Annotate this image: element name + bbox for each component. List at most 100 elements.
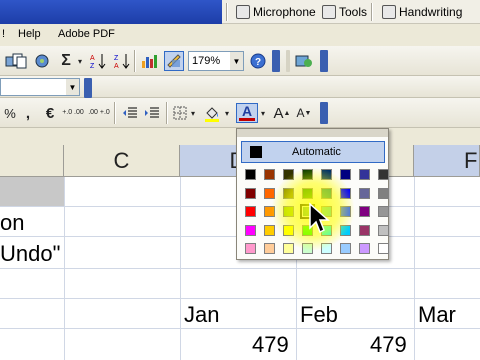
cell-feb[interactable]: Feb — [300, 302, 338, 328]
color-swatch[interactable] — [264, 206, 275, 217]
cell-value[interactable]: 479 — [252, 332, 289, 358]
color-swatch[interactable] — [264, 169, 275, 180]
toolbar-options-handle[interactable] — [320, 102, 328, 124]
increase-decimal-button[interactable]: +.0 .00 — [62, 103, 84, 123]
color-swatch[interactable] — [302, 187, 313, 199]
fill-color-icon[interactable] — [202, 103, 222, 123]
color-swatch[interactable] — [264, 243, 275, 254]
color-swatch[interactable] — [340, 187, 351, 199]
cell-jan[interactable]: Jan — [184, 302, 219, 328]
handwriting-label: Handwriting — [399, 5, 463, 19]
color-swatch[interactable] — [283, 169, 294, 180]
borders-dropdown-icon[interactable]: ▾ — [188, 103, 198, 123]
color-swatch[interactable] — [321, 187, 332, 199]
color-swatch[interactable] — [321, 243, 332, 254]
fill-color-dropdown-icon[interactable]: ▾ — [222, 103, 232, 123]
toolbar-options-handle[interactable] — [320, 50, 328, 72]
color-swatch[interactable] — [340, 243, 351, 254]
research-icon[interactable] — [32, 51, 52, 71]
chevron-down-icon: ▼ — [66, 79, 79, 95]
cell-text[interactable]: on — [0, 210, 24, 236]
color-swatch[interactable] — [359, 224, 370, 236]
color-swatch[interactable] — [264, 187, 275, 199]
color-swatch[interactable] — [245, 187, 256, 199]
increase-indent-icon[interactable] — [142, 103, 162, 123]
zoom-value: 179% — [192, 55, 221, 67]
gridline — [0, 328, 480, 329]
toolbar-separator — [134, 50, 136, 72]
sort-ascending-icon[interactable]: AZ — [88, 51, 108, 71]
help-icon[interactable]: ? — [248, 51, 268, 71]
cell-value[interactable]: 479 — [370, 332, 407, 358]
chevron-down-icon: ▼ — [230, 52, 243, 70]
svg-text:Z: Z — [114, 55, 119, 62]
decrease-decimal-button[interactable]: .00 +.0 — [88, 103, 110, 123]
color-swatch[interactable] — [245, 224, 256, 236]
color-swatch[interactable] — [264, 224, 275, 236]
color-swatch[interactable] — [359, 169, 370, 180]
color-swatch[interactable] — [378, 243, 389, 254]
automatic-label: Automatic — [292, 146, 341, 158]
color-swatch[interactable] — [245, 243, 256, 254]
grow-font-button[interactable]: A ▲ — [272, 103, 292, 123]
zoom-combo[interactable]: 179% ▼ — [188, 51, 244, 71]
column-header-b[interactable] — [0, 145, 64, 177]
selected-cell[interactable] — [0, 177, 64, 206]
palette-drag-handle[interactable] — [237, 129, 388, 137]
autosum-dropdown-icon[interactable]: ▾ — [74, 51, 86, 71]
copy-icon[interactable] — [10, 51, 30, 71]
color-swatch[interactable] — [378, 224, 389, 236]
drawing-icon[interactable] — [164, 51, 184, 71]
color-swatch[interactable] — [340, 224, 351, 236]
reviewing-icon[interactable] — [294, 51, 314, 71]
color-swatch[interactable] — [378, 206, 389, 217]
toolbar-options-handle[interactable] — [84, 78, 92, 98]
comma-button[interactable]: , — [18, 103, 38, 123]
font-color-dropdown-icon[interactable]: ▾ — [258, 103, 268, 123]
cell-text[interactable]: Undo" — [0, 241, 60, 267]
menu-adobe-pdf[interactable]: Adobe PDF — [58, 28, 115, 40]
color-swatch[interactable] — [283, 206, 294, 217]
color-swatch[interactable] — [302, 169, 313, 180]
color-swatch[interactable] — [340, 169, 351, 180]
percent-button[interactable]: % — [0, 103, 20, 123]
column-header-f[interactable]: F — [414, 145, 480, 177]
color-swatch[interactable] — [359, 206, 370, 217]
chart-wizard-icon[interactable] — [140, 51, 160, 71]
font-combo[interactable]: ▼ — [0, 78, 80, 96]
automatic-color-button[interactable]: Automatic — [241, 141, 385, 163]
color-swatch[interactable] — [378, 187, 389, 199]
color-swatch[interactable] — [283, 224, 294, 236]
font-color-button[interactable]: A — [236, 103, 258, 123]
euro-button[interactable]: € — [40, 103, 60, 123]
autosum-icon[interactable]: Σ — [56, 51, 76, 71]
color-swatch[interactable] — [245, 206, 256, 217]
langbar-separator — [371, 3, 373, 21]
handwriting-button[interactable]: Handwriting — [378, 2, 466, 22]
gridline — [64, 177, 65, 360]
shrink-font-button[interactable]: A ▼ — [294, 103, 314, 123]
borders-icon[interactable] — [170, 103, 190, 123]
color-swatch[interactable] — [321, 169, 332, 180]
menu-help[interactable]: Help — [18, 28, 41, 40]
gridline — [0, 298, 480, 299]
tools-button[interactable]: Tools — [318, 2, 371, 22]
automatic-swatch — [250, 146, 262, 158]
microphone-button[interactable]: Microphone — [232, 2, 320, 22]
langbar-separator — [226, 3, 228, 21]
color-swatch[interactable] — [302, 243, 313, 254]
toolbar-options-handle[interactable] — [272, 50, 280, 72]
toolbar-grip[interactable] — [286, 50, 290, 72]
sort-descending-icon[interactable]: ZA — [112, 51, 132, 71]
color-swatch[interactable] — [359, 243, 370, 254]
color-swatch[interactable] — [283, 187, 294, 199]
cell-mar[interactable]: Mar — [418, 302, 456, 328]
mouse-cursor-icon — [309, 202, 330, 234]
color-swatch[interactable] — [359, 187, 370, 199]
color-swatch[interactable] — [340, 206, 351, 217]
decrease-indent-icon[interactable] — [120, 103, 140, 123]
color-swatch[interactable] — [245, 169, 256, 180]
color-swatch[interactable] — [378, 169, 389, 180]
color-swatch[interactable] — [283, 243, 294, 254]
column-header-c[interactable]: C — [64, 145, 180, 177]
